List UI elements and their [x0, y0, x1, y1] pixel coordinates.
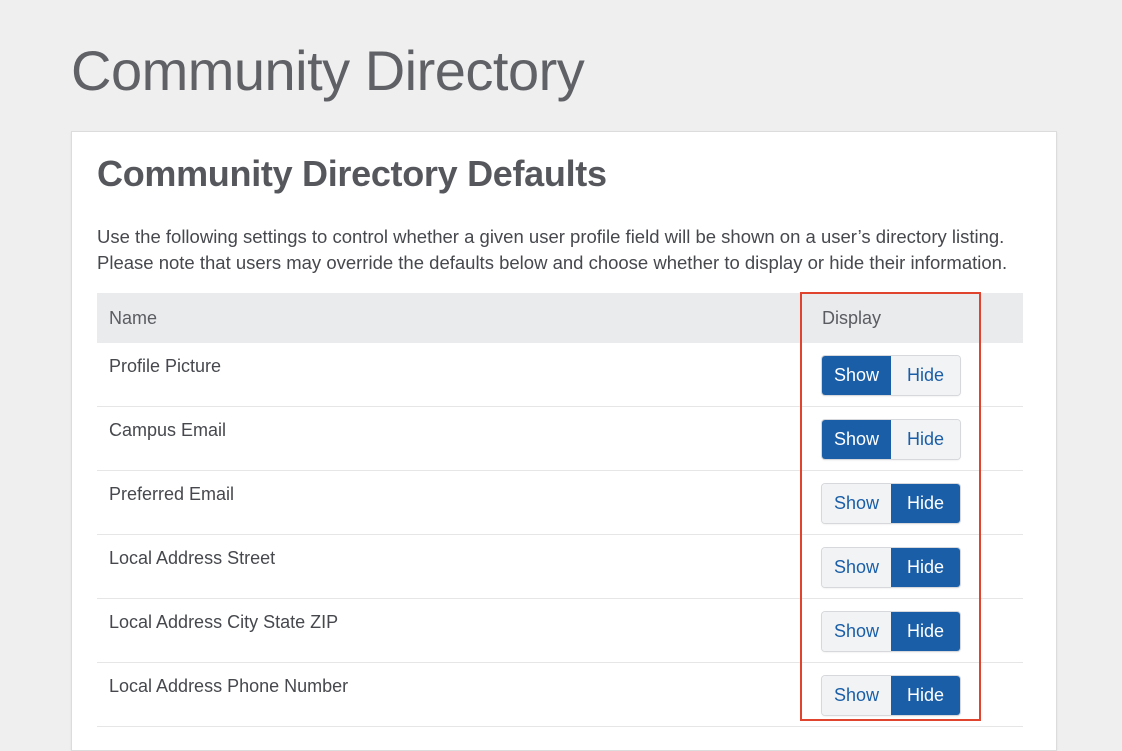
description: Use the following settings to control wh… — [97, 224, 1037, 276]
display-toggle[interactable]: Show Hide — [822, 484, 960, 523]
table-row: Preferred Email Show Hide — [97, 471, 1023, 535]
description-line: Please note that users may override the … — [97, 252, 1008, 273]
column-header-name: Name — [109, 308, 158, 328]
display-toggle[interactable]: Show Hide — [822, 612, 960, 651]
field-name: Local Address Phone Number — [109, 676, 349, 696]
description-line: Use the following settings to control wh… — [97, 226, 1005, 247]
hide-button[interactable]: Hide — [891, 484, 960, 523]
field-name: Profile Picture — [109, 356, 222, 376]
table-row: Local Address City State ZIP Show Hide — [97, 599, 1023, 663]
table-row: Profile Picture Show Hide — [97, 343, 1023, 407]
show-button[interactable]: Show — [822, 484, 891, 523]
directory-defaults-card: Community Directory Defaults Use the fol… — [71, 131, 1057, 751]
show-button[interactable]: Show — [822, 548, 891, 587]
hide-button[interactable]: Hide — [891, 612, 960, 651]
display-toggle[interactable]: Show Hide — [822, 676, 960, 715]
page-title: Community Directory — [71, 39, 585, 102]
field-name: Local Address Street — [109, 548, 276, 568]
table-row: Local Address Phone Number Show Hide — [97, 663, 1023, 727]
column-header-display: Display — [822, 308, 882, 328]
hide-button[interactable]: Hide — [891, 356, 960, 395]
show-button[interactable]: Show — [822, 612, 891, 651]
show-button[interactable]: Show — [822, 676, 891, 715]
display-toggle[interactable]: Show Hide — [822, 548, 960, 587]
field-name: Local Address City State ZIP — [109, 612, 339, 632]
show-button[interactable]: Show — [822, 420, 891, 459]
hide-button[interactable]: Hide — [891, 676, 960, 715]
section-title: Community Directory Defaults — [97, 153, 607, 194]
hide-button[interactable]: Hide — [891, 548, 960, 587]
show-button[interactable]: Show — [822, 356, 891, 395]
hide-button[interactable]: Hide — [891, 420, 960, 459]
table-row: Campus Email Show Hide — [97, 407, 1023, 471]
display-toggle[interactable]: Show Hide — [822, 356, 960, 395]
field-name: Preferred Email — [109, 484, 235, 504]
display-toggle[interactable]: Show Hide — [822, 420, 960, 459]
table-row: Local Address Street Show Hide — [97, 535, 1023, 599]
settings-table: Name Display Profile Picture Show Hide C… — [97, 293, 1023, 727]
table-header: Name Display — [97, 293, 1023, 343]
field-name: Campus Email — [109, 420, 227, 440]
